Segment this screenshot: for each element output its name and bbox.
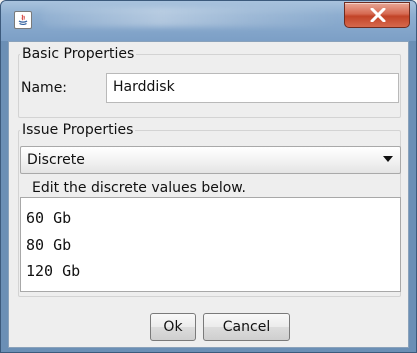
- close-button[interactable]: [344, 2, 410, 28]
- close-icon: [370, 8, 386, 22]
- name-field[interactable]: Harddisk: [106, 73, 399, 103]
- issue-properties-title: Issue Properties: [20, 122, 136, 138]
- blurred-title: [41, 7, 341, 27]
- java-icon: [14, 11, 32, 29]
- chevron-down-icon: [383, 156, 393, 162]
- list-item[interactable]: 120 Gb: [26, 262, 80, 280]
- issue-type-dropdown[interactable]: Discrete: [20, 146, 401, 174]
- dialog-window: Basic Properties Name: Harddisk Issue Pr…: [0, 0, 417, 353]
- ok-button[interactable]: Ok: [150, 313, 196, 341]
- list-item[interactable]: 80 Gb: [26, 236, 71, 254]
- dialog-content: Basic Properties Name: Harddisk Issue Pr…: [8, 41, 409, 348]
- list-item[interactable]: 60 Gb: [26, 209, 71, 227]
- issue-type-selected: Discrete: [27, 152, 85, 168]
- discrete-values-hint: Edit the discrete values below.: [32, 180, 246, 196]
- basic-properties-title: Basic Properties: [20, 46, 137, 62]
- cancel-button[interactable]: Cancel: [203, 313, 290, 341]
- discrete-values-list[interactable]: 60 Gb 80 Gb 120 Gb: [20, 197, 401, 292]
- title-bar[interactable]: [1, 1, 416, 41]
- name-label: Name:: [21, 80, 68, 96]
